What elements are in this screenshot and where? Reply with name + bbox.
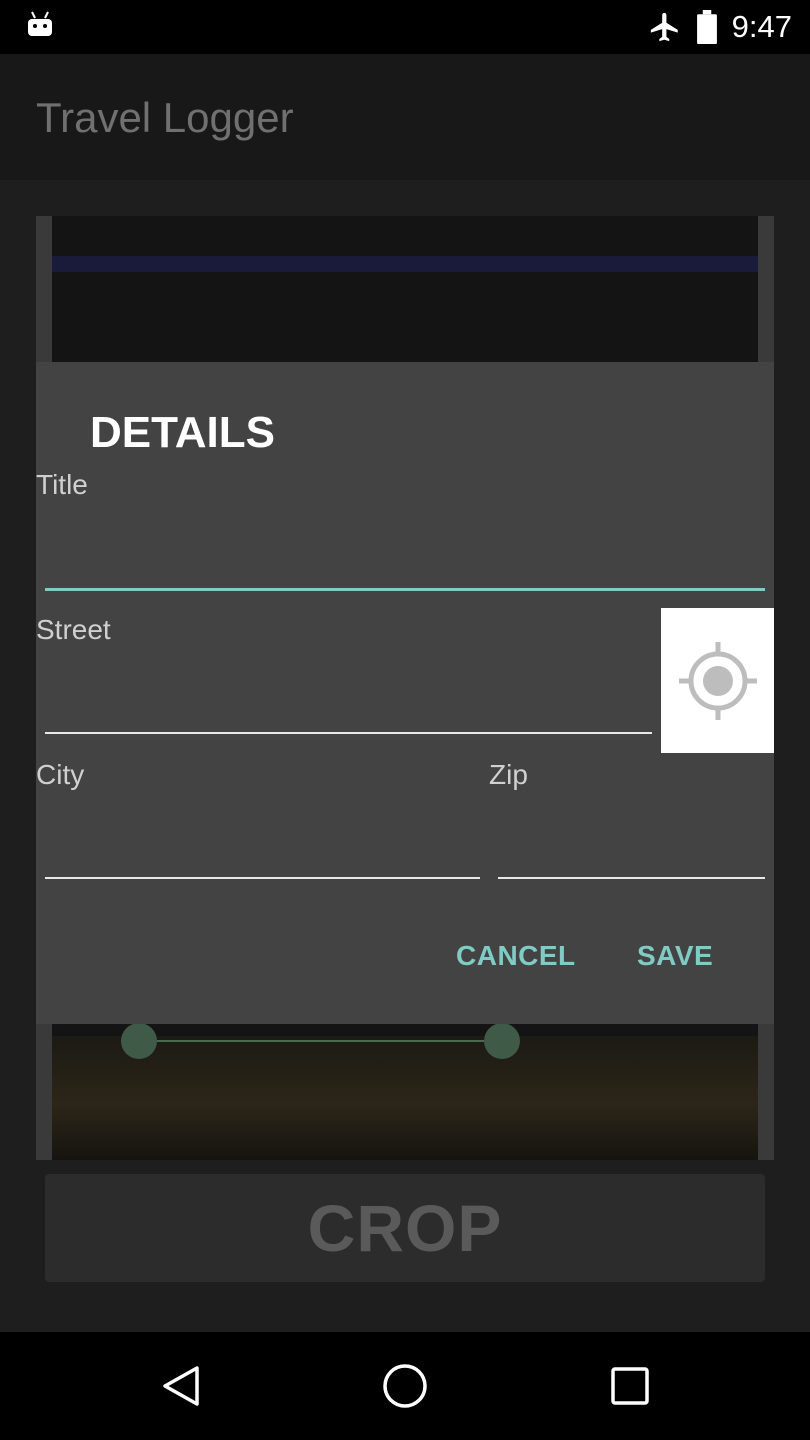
- battery-icon: [696, 10, 717, 44]
- home-button[interactable]: [350, 1332, 460, 1440]
- street-input-underline: [45, 732, 652, 734]
- android-notification-icon: [28, 11, 52, 36]
- photo-texture: [52, 256, 758, 272]
- home-icon: [383, 1364, 427, 1408]
- airplane-icon: [650, 12, 678, 42]
- app-title: Travel Logger: [36, 94, 294, 141]
- status-bar: 9:47: [0, 0, 810, 54]
- recents-icon: [611, 1367, 649, 1405]
- zip-input[interactable]: [498, 822, 765, 872]
- navigation-bar: [0, 1332, 810, 1440]
- clock: 9:47: [731, 9, 792, 44]
- photo-texture-bottom: [52, 1036, 758, 1160]
- crop-button[interactable]: CROP: [45, 1174, 765, 1282]
- street-input[interactable]: [45, 678, 652, 728]
- save-button[interactable]: SAVE: [637, 940, 713, 972]
- cancel-button[interactable]: CANCEL: [456, 940, 576, 972]
- back-icon: [163, 1366, 199, 1406]
- back-button[interactable]: [126, 1332, 236, 1440]
- app-bar: Travel Logger: [0, 54, 810, 180]
- crop-handle-left[interactable]: [121, 1023, 157, 1059]
- street-label: Street: [36, 614, 111, 645]
- city-label: City: [36, 759, 85, 790]
- zip-input-underline: [498, 877, 765, 879]
- recents-button[interactable]: [575, 1332, 685, 1440]
- my-location-icon: [678, 641, 757, 720]
- city-input[interactable]: [45, 822, 480, 872]
- dialog-title: DETAILS: [90, 408, 275, 457]
- zip-label: Zip: [489, 759, 528, 790]
- title-label: Title: [36, 469, 88, 500]
- title-input[interactable]: [45, 532, 765, 582]
- crop-guide-line: [139, 1040, 502, 1042]
- crop-handle-right[interactable]: [484, 1023, 520, 1059]
- locate-button[interactable]: [661, 608, 774, 753]
- city-input-underline: [45, 877, 480, 879]
- details-dialog: DETAILS Title Street City Zip CANCEL SAV…: [36, 362, 774, 1024]
- title-input-underline: [45, 588, 765, 591]
